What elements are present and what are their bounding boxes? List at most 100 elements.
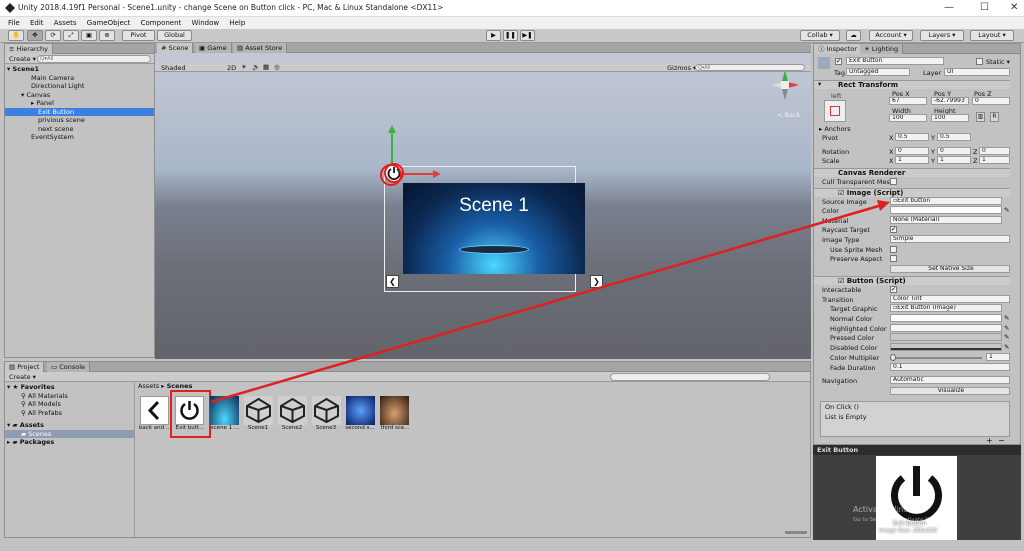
asset-scene2[interactable] bbox=[278, 396, 307, 425]
menu-gameobject[interactable]: GameObject bbox=[87, 17, 131, 29]
target-graphic-field[interactable]: ▫Exit Button (Image) bbox=[890, 304, 1002, 312]
tab-scene[interactable]: # Scene bbox=[157, 43, 194, 53]
minimize-button[interactable]: — bbox=[944, 2, 954, 13]
active-checkbox[interactable]: ✔ bbox=[835, 58, 842, 65]
layers-dropdown[interactable]: Layers ▾ bbox=[920, 30, 964, 41]
asset-scene3[interactable] bbox=[312, 396, 341, 425]
navigation-dropdown[interactable]: Automatic bbox=[890, 376, 1010, 384]
asset-scene2-bg[interactable] bbox=[346, 396, 375, 425]
breadcrumb-scenes[interactable]: Scenes bbox=[167, 382, 193, 390]
tree-assets[interactable]: ▾ ▰ Assets bbox=[7, 421, 44, 430]
eyedropper-icon[interactable]: ✎ bbox=[1004, 314, 1009, 322]
static-checkbox[interactable] bbox=[976, 58, 983, 65]
layout-dropdown[interactable]: Layout ▾ bbox=[970, 30, 1014, 41]
onclick-remove-button[interactable]: − bbox=[998, 436, 1005, 445]
height-field[interactable]: 100 bbox=[931, 114, 969, 122]
pressed-color-field[interactable] bbox=[890, 333, 1002, 341]
transition-dropdown[interactable]: Color Tint bbox=[890, 295, 1010, 303]
pos-z-field[interactable]: 0 bbox=[972, 97, 1010, 105]
global-toggle[interactable]: Global bbox=[157, 30, 192, 41]
tree-all-prefabs[interactable]: ⚲ All Prefabs bbox=[21, 409, 62, 418]
width-field[interactable]: 100 bbox=[889, 114, 927, 122]
blueprint-mode-button[interactable]: ▥ bbox=[976, 112, 985, 122]
scale-x-field[interactable]: 1 bbox=[895, 156, 929, 164]
material-field[interactable]: None (Material) bbox=[890, 216, 1002, 224]
rect-tool-icon[interactable]: ▣ bbox=[81, 30, 97, 41]
gizmo-x-arrow-icon[interactable] bbox=[433, 170, 441, 178]
hierarchy-item-directional-light[interactable]: Directional Light bbox=[31, 82, 84, 91]
visualize-button[interactable]: Visualize bbox=[890, 387, 1010, 395]
pause-button[interactable]: ❚❚ bbox=[503, 30, 518, 41]
mode-2d-toggle[interactable]: 2D bbox=[227, 64, 236, 72]
color-multiplier-slider[interactable] bbox=[892, 357, 982, 359]
scene-search-input[interactable] bbox=[695, 64, 805, 71]
menu-help[interactable]: Help bbox=[229, 17, 245, 29]
eyedropper-icon[interactable]: ✎ bbox=[1004, 324, 1009, 332]
tab-hierarchy[interactable]: ≡ Hierarchy bbox=[5, 44, 53, 54]
next-scene-button[interactable]: ❯ bbox=[590, 275, 603, 288]
tab-game[interactable]: ▣ Game bbox=[195, 43, 232, 53]
interactable-checkbox[interactable]: ✔ bbox=[890, 286, 897, 293]
asset-scene1-bg[interactable] bbox=[210, 396, 239, 425]
gizmos-dropdown[interactable]: Gizmos ▾ bbox=[667, 64, 696, 72]
close-button[interactable]: ✕ bbox=[1010, 2, 1018, 13]
color-field[interactable] bbox=[890, 206, 1002, 214]
tree-favorites[interactable]: ▾ ★ Favorites bbox=[7, 383, 55, 392]
eyedropper-icon[interactable]: ✎ bbox=[1004, 206, 1009, 214]
image-type-dropdown[interactable]: Simple bbox=[890, 235, 1010, 243]
collab-dropdown[interactable]: Collab ▾ bbox=[800, 30, 840, 41]
hand-tool-icon[interactable]: ✋ bbox=[8, 30, 24, 41]
tree-packages[interactable]: ▸ ▰ Packages bbox=[7, 438, 54, 447]
breadcrumb-assets[interactable]: Assets bbox=[138, 382, 159, 390]
shading-mode-dropdown[interactable]: Shaded bbox=[161, 64, 185, 72]
pos-x-field[interactable]: 67 bbox=[889, 97, 927, 105]
hierarchy-item-exit-button[interactable]: Exit Button bbox=[5, 107, 154, 116]
hierarchy-item-privious-scene[interactable]: privious scene bbox=[38, 116, 85, 125]
project-search-input[interactable] bbox=[610, 373, 770, 381]
account-dropdown[interactable]: Account ▾ bbox=[869, 30, 913, 41]
eyedropper-icon[interactable]: ✎ bbox=[1004, 343, 1009, 351]
source-image-field[interactable]: ▫Exit button bbox=[890, 197, 1002, 205]
hierarchy-search-input[interactable] bbox=[37, 55, 151, 63]
static-dropdown[interactable]: Static ▾ bbox=[986, 58, 1010, 66]
tab-console[interactable]: ▭ Console bbox=[47, 362, 91, 372]
highlighted-color-field[interactable] bbox=[890, 324, 1002, 332]
layer-dropdown[interactable]: UI bbox=[944, 68, 1010, 76]
rotation-y-field[interactable]: 0 bbox=[937, 147, 971, 155]
button-component-header[interactable]: ☑ Button (Script) bbox=[814, 276, 1010, 285]
exit-button-object[interactable] bbox=[384, 163, 404, 183]
object-name-field[interactable]: Exit Button bbox=[846, 57, 944, 65]
move-tool-icon[interactable]: ✥ bbox=[27, 30, 43, 41]
hierarchy-item-panel[interactable]: ▸ Panel bbox=[31, 99, 54, 108]
hierarchy-item-main-camera[interactable]: Main Camera bbox=[31, 74, 74, 83]
visibility-toggle-icon[interactable]: ◎ bbox=[274, 63, 280, 71]
rotation-x-field[interactable]: 0 bbox=[895, 147, 929, 155]
cloud-icon[interactable]: ☁ bbox=[846, 30, 861, 41]
tree-all-models[interactable]: ⚲ All Models bbox=[21, 400, 61, 409]
onclick-add-button[interactable]: + bbox=[986, 436, 993, 445]
color-multiplier-field[interactable]: 1 bbox=[986, 353, 1010, 361]
hierarchy-item-scene1[interactable]: ▾ Scene1 bbox=[7, 65, 154, 74]
anchors-foldout[interactable]: ▸ Anchors bbox=[819, 125, 851, 133]
hierarchy-item-canvas[interactable]: ▾ Canvas bbox=[21, 91, 50, 100]
slider-thumb[interactable] bbox=[890, 354, 896, 361]
pivot-y-field[interactable]: 0.5 bbox=[937, 133, 971, 141]
tree-all-materials[interactable]: ⚲ All Materials bbox=[21, 392, 68, 401]
cull-checkbox[interactable] bbox=[890, 178, 897, 185]
raw-edit-button[interactable]: R bbox=[990, 112, 999, 122]
previous-scene-button[interactable]: ❮ bbox=[386, 275, 399, 288]
menu-file[interactable]: File bbox=[8, 17, 20, 29]
transform-tool-icon[interactable]: ⊕ bbox=[99, 30, 115, 41]
hierarchy-create-button[interactable]: Create ▾ bbox=[9, 55, 36, 63]
raycast-checkbox[interactable]: ✔ bbox=[890, 226, 897, 233]
lighting-toggle-icon[interactable]: ☀ bbox=[241, 63, 247, 71]
rect-transform-header[interactable]: Rect Transform bbox=[814, 80, 1010, 89]
pivot-toggle[interactable]: Pivot bbox=[122, 30, 155, 41]
use-sprite-mesh-checkbox[interactable] bbox=[890, 246, 897, 253]
pos-y-field[interactable]: -62.79993 bbox=[931, 97, 969, 105]
pivot-x-field[interactable]: 0.5 bbox=[895, 133, 929, 141]
tab-inspector[interactable]: ⓘ Inspector bbox=[814, 44, 862, 54]
hierarchy-item-next-scene[interactable]: next scene bbox=[38, 125, 74, 134]
normal-color-field[interactable] bbox=[890, 314, 1002, 322]
play-button[interactable]: ▶ bbox=[486, 30, 501, 41]
